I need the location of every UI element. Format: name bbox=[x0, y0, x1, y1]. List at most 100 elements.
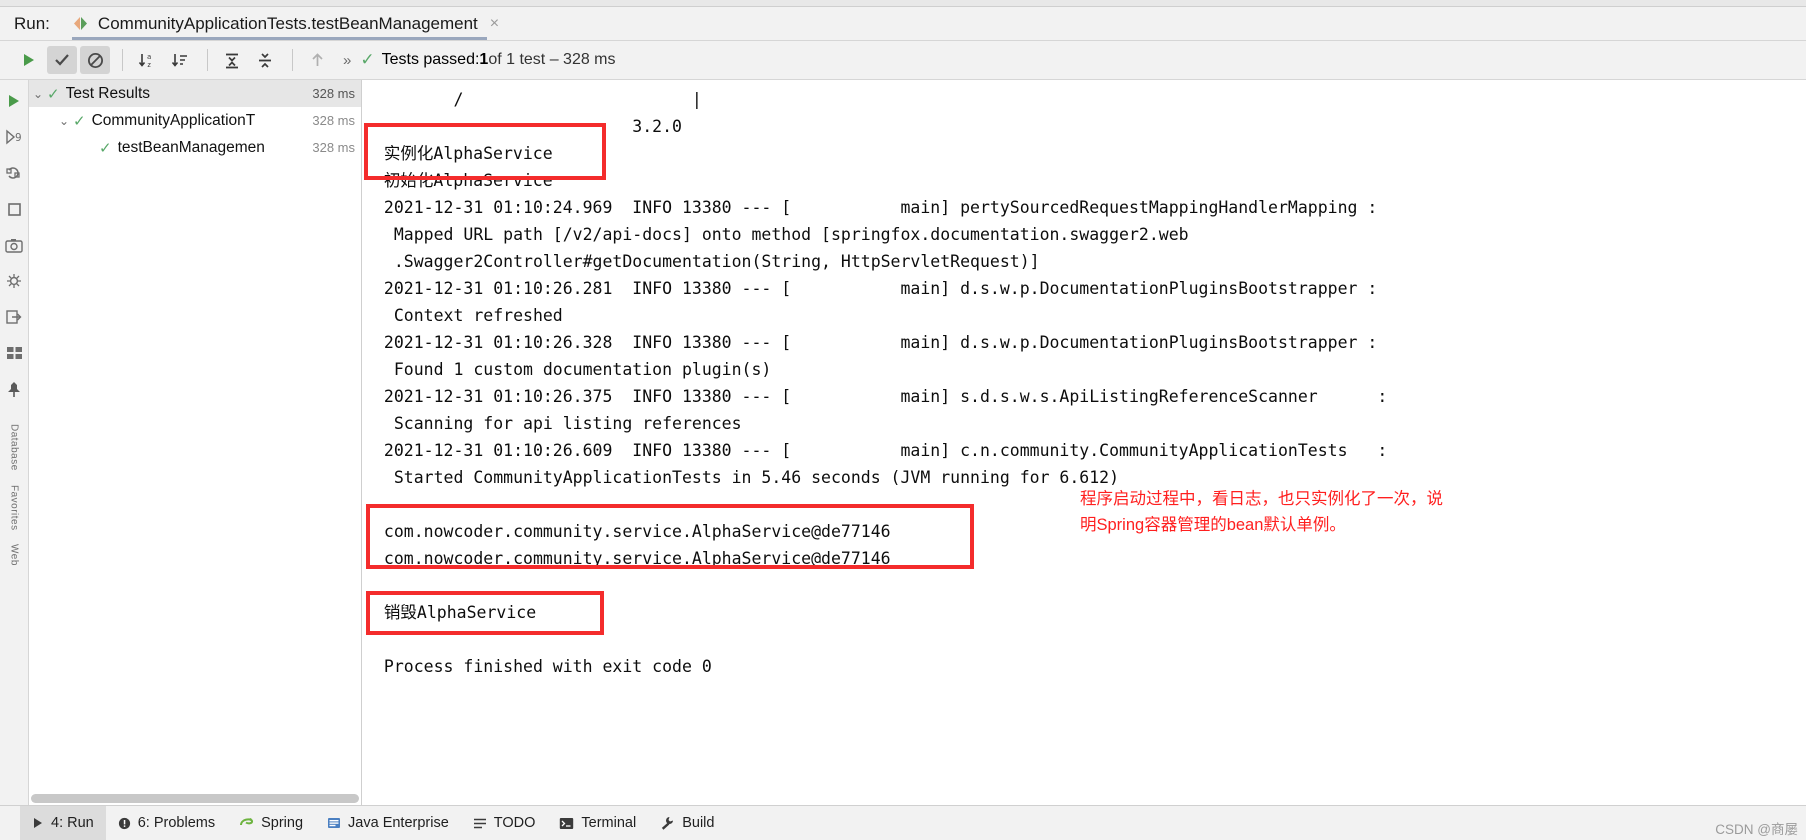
tree-row-community-application-tests[interactable]: ⌄ ✓ CommunityApplicationT 328 ms bbox=[29, 107, 361, 134]
svg-text:z: z bbox=[147, 61, 151, 69]
highlight-box-singleton-addresses bbox=[366, 504, 974, 569]
status-item-label: Terminal bbox=[581, 815, 637, 831]
console-line: 2021-12-31 01:10:26.281 INFO 13380 --- [… bbox=[374, 279, 1378, 298]
status-item-label: 6: Problems bbox=[137, 815, 216, 831]
test-status-count: 1 bbox=[479, 51, 489, 68]
ide-run-tool-window: Run: CommunityApplicationTests.testBeanM… bbox=[0, 0, 1806, 840]
gutter-vertical-label: Favorites bbox=[8, 484, 20, 531]
run-icon[interactable] bbox=[3, 86, 25, 116]
tree-row-label: CommunityApplicationT bbox=[91, 111, 256, 129]
editor-tabs-edge bbox=[0, 0, 1806, 7]
svg-text:9: 9 bbox=[15, 131, 22, 144]
export-icon[interactable] bbox=[3, 302, 25, 332]
run-tab-title: CommunityApplicationTests.testBeanManage… bbox=[97, 13, 478, 33]
todo-icon bbox=[473, 817, 487, 830]
chevron-down-icon[interactable]: ⌄ bbox=[55, 114, 73, 128]
status-item-problems[interactable]: 6: Problems bbox=[106, 806, 227, 840]
run-label: Run: bbox=[14, 13, 50, 33]
run-configuration-tab[interactable]: CommunityApplicationTests.testBeanManage… bbox=[71, 7, 499, 40]
problems-icon bbox=[118, 817, 131, 830]
console-line: Context refreshed bbox=[374, 306, 563, 325]
stop-icon[interactable] bbox=[3, 194, 25, 224]
test-status: » ✓ Tests passed: 1 of 1 test – 328 ms bbox=[343, 50, 616, 70]
run-window-body: 9 Database Favorites Web ⌄ ✓ Test Result… bbox=[0, 80, 1806, 805]
left-tool-gutter: 9 Database Favorites Web bbox=[0, 80, 29, 805]
check-icon: ✓ bbox=[73, 112, 86, 130]
show-ignored-toggle[interactable] bbox=[80, 46, 110, 74]
tree-row-test-bean-management[interactable]: ✓ testBeanManagemen 328 ms bbox=[29, 134, 361, 161]
previous-failed-test-button[interactable] bbox=[302, 46, 332, 74]
status-item-label: Java Enterprise bbox=[348, 815, 449, 831]
console-output[interactable]: / | 3.2.0 实例化AlphaService 初始化AlphaServic… bbox=[362, 80, 1806, 805]
status-item-java-enterprise[interactable]: Java Enterprise bbox=[315, 806, 461, 840]
close-icon[interactable]: × bbox=[490, 15, 499, 32]
tree-row-duration: 328 ms bbox=[312, 86, 355, 101]
terminal-icon bbox=[559, 817, 574, 830]
console-line: 2021-12-31 01:10:26.375 INFO 13380 --- [… bbox=[374, 387, 1388, 406]
highlight-box-destroy bbox=[366, 591, 604, 635]
toolbar-separator bbox=[207, 49, 208, 71]
screenshot-icon[interactable] bbox=[3, 230, 25, 260]
console-line: Scanning for api listing references bbox=[374, 414, 742, 433]
tree-row-duration: 328 ms bbox=[312, 140, 355, 155]
debug-step-icon[interactable]: 9 bbox=[3, 122, 25, 152]
chevron-down-icon[interactable]: ⌄ bbox=[29, 87, 47, 101]
console-line: Found 1 custom documentation plugin(s) bbox=[374, 360, 772, 379]
console-line: .Swagger2Controller#getDocumentation(Str… bbox=[374, 252, 1040, 271]
thread-dump-icon[interactable] bbox=[3, 266, 25, 296]
collapse-all-button[interactable] bbox=[250, 46, 280, 74]
gutter-vertical-label: Database bbox=[8, 424, 20, 471]
console-line: Mapped URL path [/v2/api-docs] onto meth… bbox=[374, 225, 1189, 244]
console-line: / | bbox=[374, 90, 702, 109]
test-toolbar: az » ✓ Tests passed: 1 of 1 test – 328 m… bbox=[0, 41, 1806, 80]
run-header: Run: CommunityApplicationTests.testBeanM… bbox=[0, 7, 1806, 41]
toolbar-separator bbox=[122, 49, 123, 71]
check-icon: ✓ bbox=[360, 50, 375, 69]
status-item-build[interactable]: Build bbox=[648, 806, 726, 840]
status-item-todo[interactable]: TODO bbox=[461, 806, 548, 840]
tree-row-label: Test Results bbox=[65, 84, 150, 102]
pin-icon[interactable] bbox=[3, 374, 25, 404]
rerun-icon[interactable] bbox=[3, 158, 25, 188]
console-line: 2021-12-31 01:10:24.969 INFO 13380 --- [… bbox=[374, 198, 1378, 217]
sort-alphabetically-button[interactable]: az bbox=[132, 46, 162, 74]
toolbar-separator bbox=[292, 49, 293, 71]
scrollbar-thumb[interactable] bbox=[31, 793, 359, 803]
check-icon: ✓ bbox=[47, 85, 60, 103]
highlight-box-instantiate-init bbox=[364, 123, 606, 180]
status-item-label: 4: Run bbox=[51, 815, 94, 831]
overflow-icon[interactable]: » bbox=[343, 52, 351, 69]
status-item-terminal[interactable]: Terminal bbox=[547, 806, 648, 840]
status-item-spring[interactable]: Spring bbox=[227, 806, 315, 840]
expand-all-button[interactable] bbox=[217, 46, 247, 74]
tree-horizontal-scrollbar[interactable] bbox=[29, 791, 361, 805]
status-left-edge bbox=[0, 806, 14, 840]
bottom-tool-window-bar: 4: Run 6: Problems Spring Java Enterpris… bbox=[0, 805, 1806, 840]
run-config-icon bbox=[72, 16, 89, 31]
console-line: Process finished with exit code 0 bbox=[374, 657, 712, 676]
test-status-suffix: of 1 test – 328 ms bbox=[488, 51, 616, 68]
build-icon bbox=[660, 816, 675, 830]
spring-icon bbox=[239, 816, 254, 830]
layout-icon[interactable] bbox=[3, 338, 25, 368]
status-item-run[interactable]: 4: Run bbox=[20, 806, 106, 840]
show-passed-toggle[interactable] bbox=[47, 46, 77, 74]
console-line: 2021-12-31 01:10:26.328 INFO 13380 --- [… bbox=[374, 333, 1378, 352]
status-item-label: Spring bbox=[261, 815, 304, 831]
tree-row-label: testBeanManagemen bbox=[117, 138, 265, 156]
test-results-tree[interactable]: ⌄ ✓ Test Results 328 ms ⌄ ✓ CommunityApp… bbox=[29, 80, 362, 805]
svg-text:a: a bbox=[147, 53, 151, 61]
sort-by-duration-button[interactable] bbox=[165, 46, 195, 74]
tree-row-duration: 328 ms bbox=[312, 113, 355, 128]
status-item-label: TODO bbox=[493, 815, 536, 831]
status-item-label: Build bbox=[682, 815, 715, 831]
watermark: CSDN @商屡 bbox=[1715, 822, 1798, 837]
annotation-singleton-note: 程序启动过程中，看日志，也只实例化了一次，说 明Spring容器管理的bean默… bbox=[1080, 490, 1443, 534]
rerun-button[interactable] bbox=[14, 46, 44, 74]
java-enterprise-icon bbox=[327, 816, 341, 830]
play-icon bbox=[32, 817, 44, 829]
check-icon: ✓ bbox=[99, 139, 112, 157]
console-line: 2021-12-31 01:10:26.609 INFO 13380 --- [… bbox=[374, 441, 1388, 460]
test-status-prefix: Tests passed: bbox=[381, 51, 480, 68]
tree-row-test-results[interactable]: ⌄ ✓ Test Results 328 ms bbox=[29, 80, 361, 107]
